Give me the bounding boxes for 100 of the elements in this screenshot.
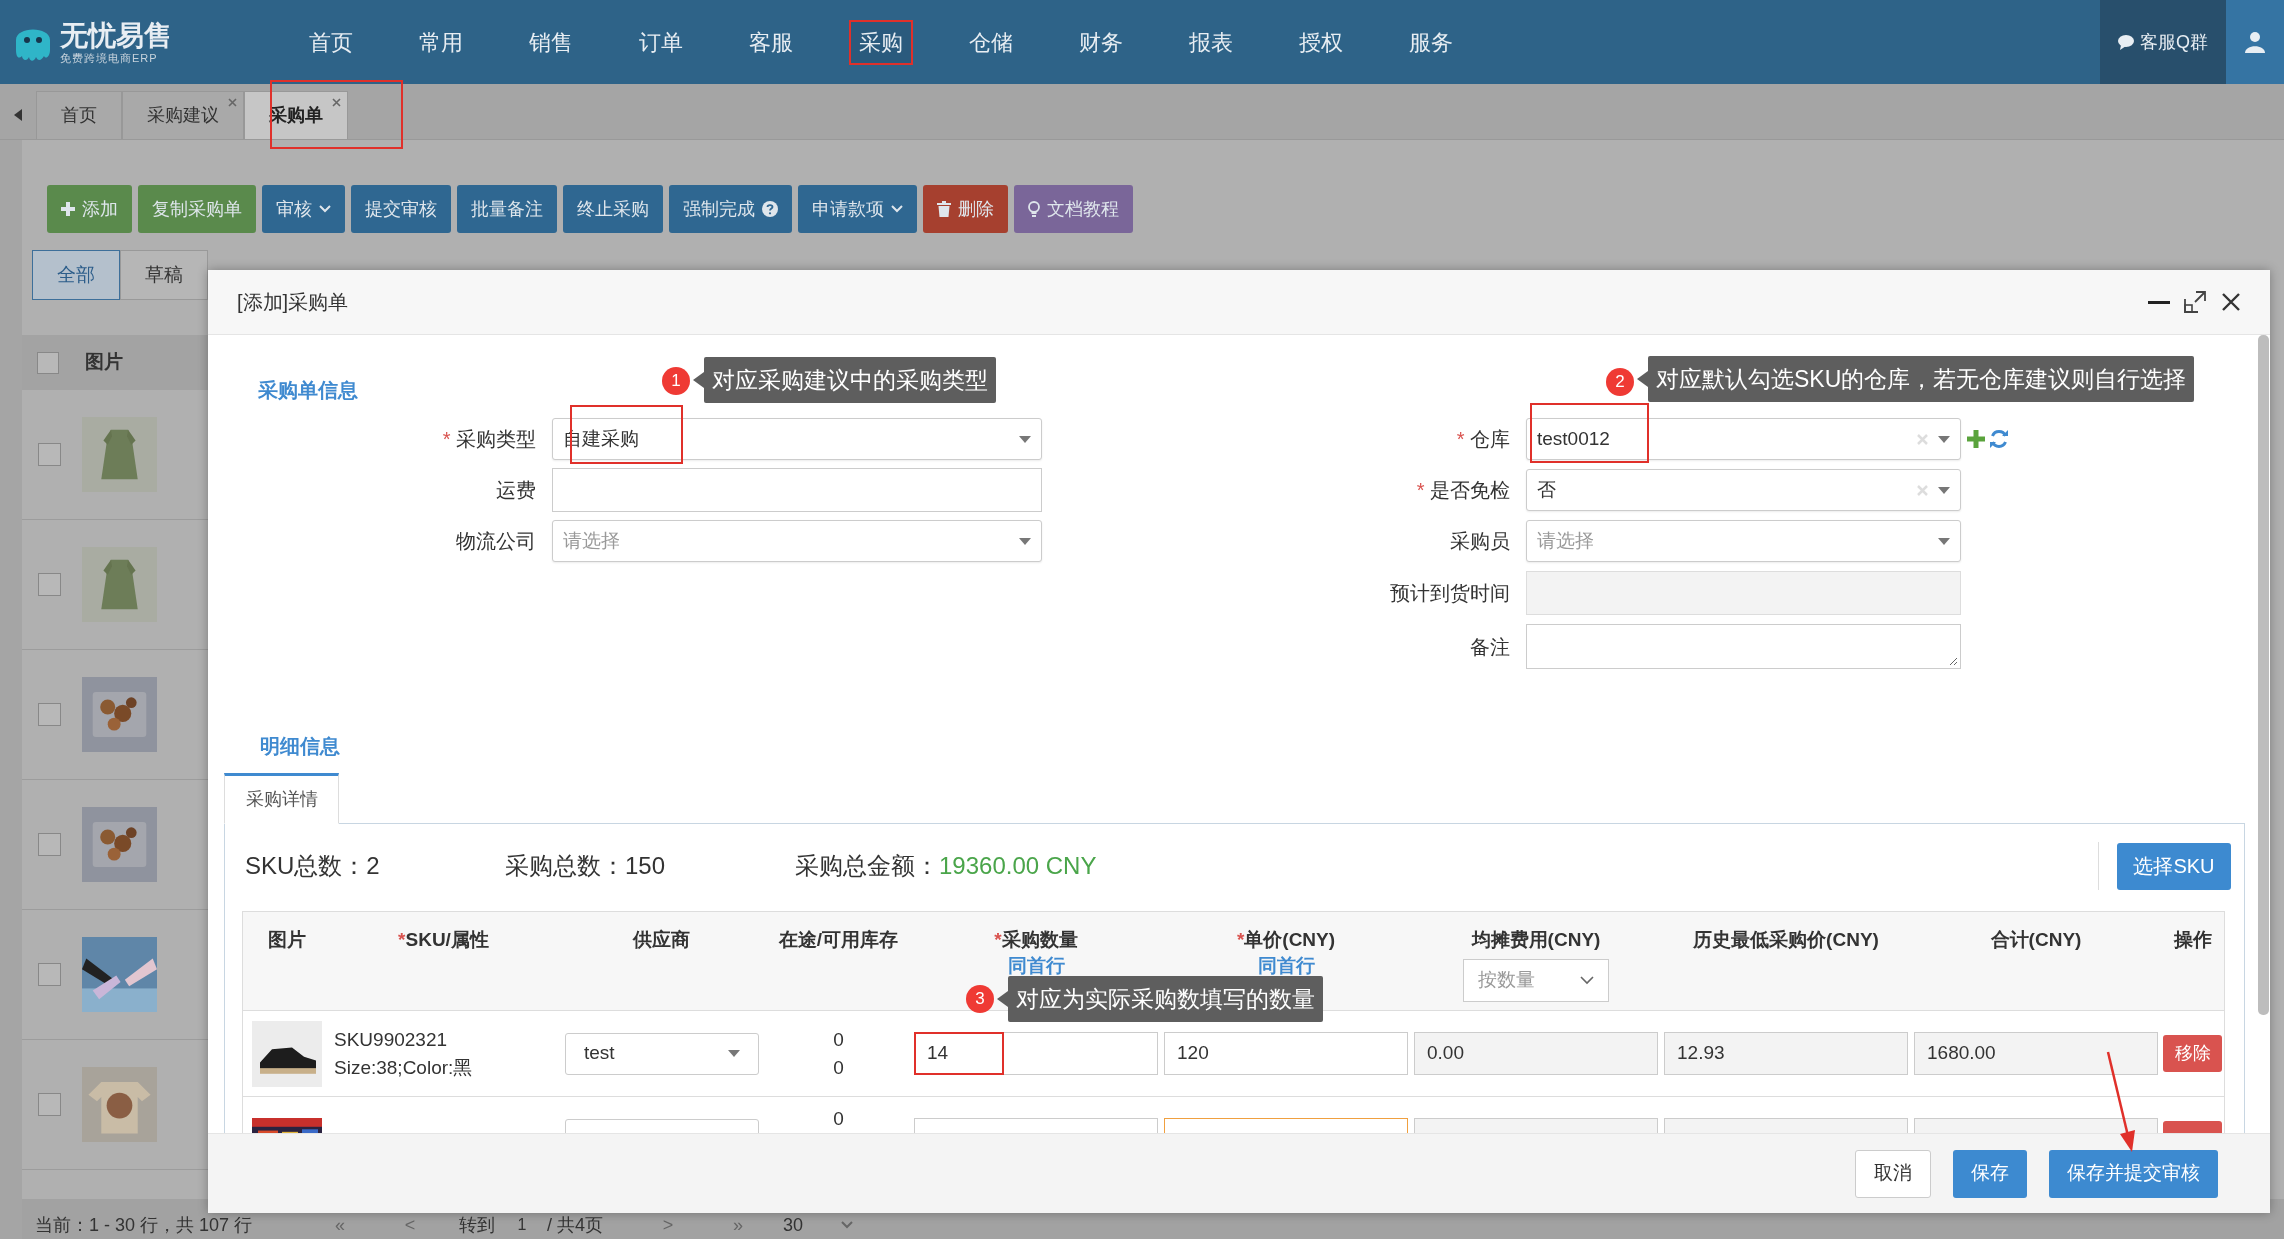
close-tab-icon[interactable] (332, 98, 341, 107)
help-icon (762, 201, 778, 217)
field-label: * 采购类型 (441, 427, 536, 452)
readonly-field[interactable]: 1680.00 (1914, 1032, 2158, 1075)
section-title: 采购单信息 (258, 378, 358, 402)
pagination-summary: 当前：1 - 30 行，共 107 行 (35, 1213, 254, 1237)
toolbar-button[interactable]: 终止采购 (563, 185, 663, 233)
select-field[interactable]: 请选择 (552, 520, 1042, 562)
select-field[interactable]: test0012 (1526, 418, 1961, 460)
toolbar-button[interactable]: 添加 (47, 185, 132, 233)
nav-item[interactable]: 常用 (411, 21, 471, 63)
caret-icon (1938, 537, 1950, 545)
column-header: 合计(CNY) (1990, 928, 2082, 952)
field-label: 预计到货时间 (1389, 581, 1510, 606)
row-checkbox[interactable] (38, 963, 61, 986)
toolbar-button[interactable]: 文档教程 (1014, 185, 1133, 233)
readonly-field[interactable]: 0.00 (1414, 1032, 1658, 1075)
lightbulb-icon (1028, 200, 1040, 218)
detail-tab[interactable]: 采购详情 (224, 773, 339, 824)
scrollbar-thumb[interactable] (2258, 335, 2269, 1015)
nav-item[interactable]: 服务 (1401, 21, 1461, 63)
allocation-select[interactable]: 按数量 (1463, 958, 1609, 1002)
select-sku-button[interactable]: 选择SKU (2117, 842, 2231, 890)
nav-item[interactable]: 仓储 (961, 21, 1021, 63)
stock-available: 0 (833, 1055, 844, 1080)
logo-title: 无忧易售 (60, 20, 172, 52)
caret-icon (728, 1050, 740, 1057)
toolbar-button[interactable]: 复制采购单 (138, 185, 256, 233)
input-field[interactable]: 120 (1164, 1032, 1408, 1075)
nav-item[interactable]: 客服 (741, 21, 801, 63)
stock-in-transit: 0 (833, 1107, 844, 1131)
trash-icon (937, 201, 951, 217)
status-filter-tab[interactable]: 草稿 (120, 250, 208, 300)
select-field[interactable]: 否 (1526, 469, 1961, 511)
clear-icon[interactable] (1917, 433, 1928, 445)
resize-handle-icon[interactable] (1949, 657, 1958, 666)
row-checkbox[interactable] (38, 573, 61, 596)
refresh-icon[interactable] (1989, 429, 2009, 449)
input-field[interactable] (552, 468, 1042, 512)
select-all-checkbox[interactable] (37, 351, 59, 374)
user-menu-button[interactable] (2226, 0, 2284, 84)
add-icon[interactable] (1967, 430, 1985, 448)
callout-tip: 对应采购建议中的采购类型 (704, 357, 996, 403)
toolbar-button[interactable]: 强制完成 (669, 185, 792, 233)
dialog-title: [添加]采购单 (237, 290, 349, 315)
status-filter-tab[interactable]: 全部 (32, 250, 120, 300)
summary-stat: 采购总金额：19360.00 CNY (795, 851, 1097, 881)
support-group-button[interactable]: 客服Q群 (2100, 0, 2226, 84)
copy-first-row-link[interactable]: 同首行 (1257, 954, 1315, 977)
caret-icon (1019, 537, 1031, 545)
column-header: 均摊费用(CNY) (1471, 928, 1601, 952)
footer-button[interactable]: 保存并提交审核 (2049, 1149, 2218, 1198)
toolbar-button[interactable]: 申请款项 (798, 185, 917, 233)
date-field[interactable] (1526, 571, 1961, 615)
minimize-icon[interactable] (2148, 300, 2170, 304)
caret-icon (1019, 435, 1031, 443)
clear-icon[interactable] (1917, 484, 1928, 496)
nav-item[interactable]: 报表 (1181, 21, 1241, 63)
nav-item[interactable]: 销售 (521, 21, 581, 63)
callout-tip: 对应默认勾选SKU的仓库，若无仓库建议则自行选择 (1648, 356, 2195, 402)
nav-item[interactable]: 采购 (851, 21, 911, 63)
chat-icon (2118, 34, 2136, 50)
footer-button[interactable]: 取消 (1855, 1149, 1931, 1198)
remove-button[interactable]: 移除 (2163, 1035, 2222, 1072)
input-field[interactable]: 14 (914, 1032, 1158, 1075)
page-size-select[interactable]: 30 (783, 1211, 863, 1239)
page-total: / 共4页 (547, 1213, 603, 1237)
readonly-field[interactable]: 12.93 (1664, 1032, 1908, 1075)
nav-item[interactable]: 订单 (631, 21, 691, 63)
copy-first-row-link[interactable]: 同首行 (1007, 954, 1065, 977)
toolbar-button[interactable]: 批量备注 (457, 185, 557, 233)
page-tab[interactable]: 首页 (36, 91, 122, 139)
page-tab[interactable]: 采购建议 (122, 91, 244, 139)
column-header: *单价(CNY) (1236, 928, 1336, 952)
maximize-icon[interactable] (2184, 291, 2206, 313)
column-header: 供应商 (632, 928, 690, 952)
nav-item[interactable]: 首页 (301, 21, 361, 63)
select-field[interactable]: 请选择 (1526, 520, 1961, 562)
row-checkbox[interactable] (38, 703, 61, 726)
notes-field[interactable] (1526, 624, 1961, 669)
close-icon[interactable] (2221, 292, 2241, 312)
stock-in-transit: 0 (833, 1027, 844, 1052)
toolbar-button[interactable]: 审核 (262, 185, 345, 233)
supplier-select[interactable]: test (565, 1032, 759, 1075)
column-header: 图片 (268, 928, 306, 952)
caret-icon (1938, 435, 1950, 443)
row-checkbox[interactable] (38, 443, 61, 466)
row-checkbox[interactable] (38, 1093, 61, 1116)
scroll-left-icon[interactable] (14, 109, 22, 121)
sku-attributes: Size:38;Color:黑 (334, 1055, 474, 1080)
nav-item[interactable]: 授权 (1291, 21, 1351, 63)
callout-pointer (693, 372, 704, 388)
close-tab-icon[interactable] (228, 98, 237, 107)
toolbar-button[interactable]: 删除 (923, 185, 1008, 233)
page-input[interactable]: 1 (507, 1213, 537, 1237)
toolbar-button[interactable]: 提交审核 (351, 185, 451, 233)
nav-item[interactable]: 财务 (1071, 21, 1131, 63)
row-checkbox[interactable] (38, 833, 61, 856)
footer-button[interactable]: 保存 (1953, 1149, 2027, 1198)
column-header: 操作 (2173, 928, 2212, 952)
